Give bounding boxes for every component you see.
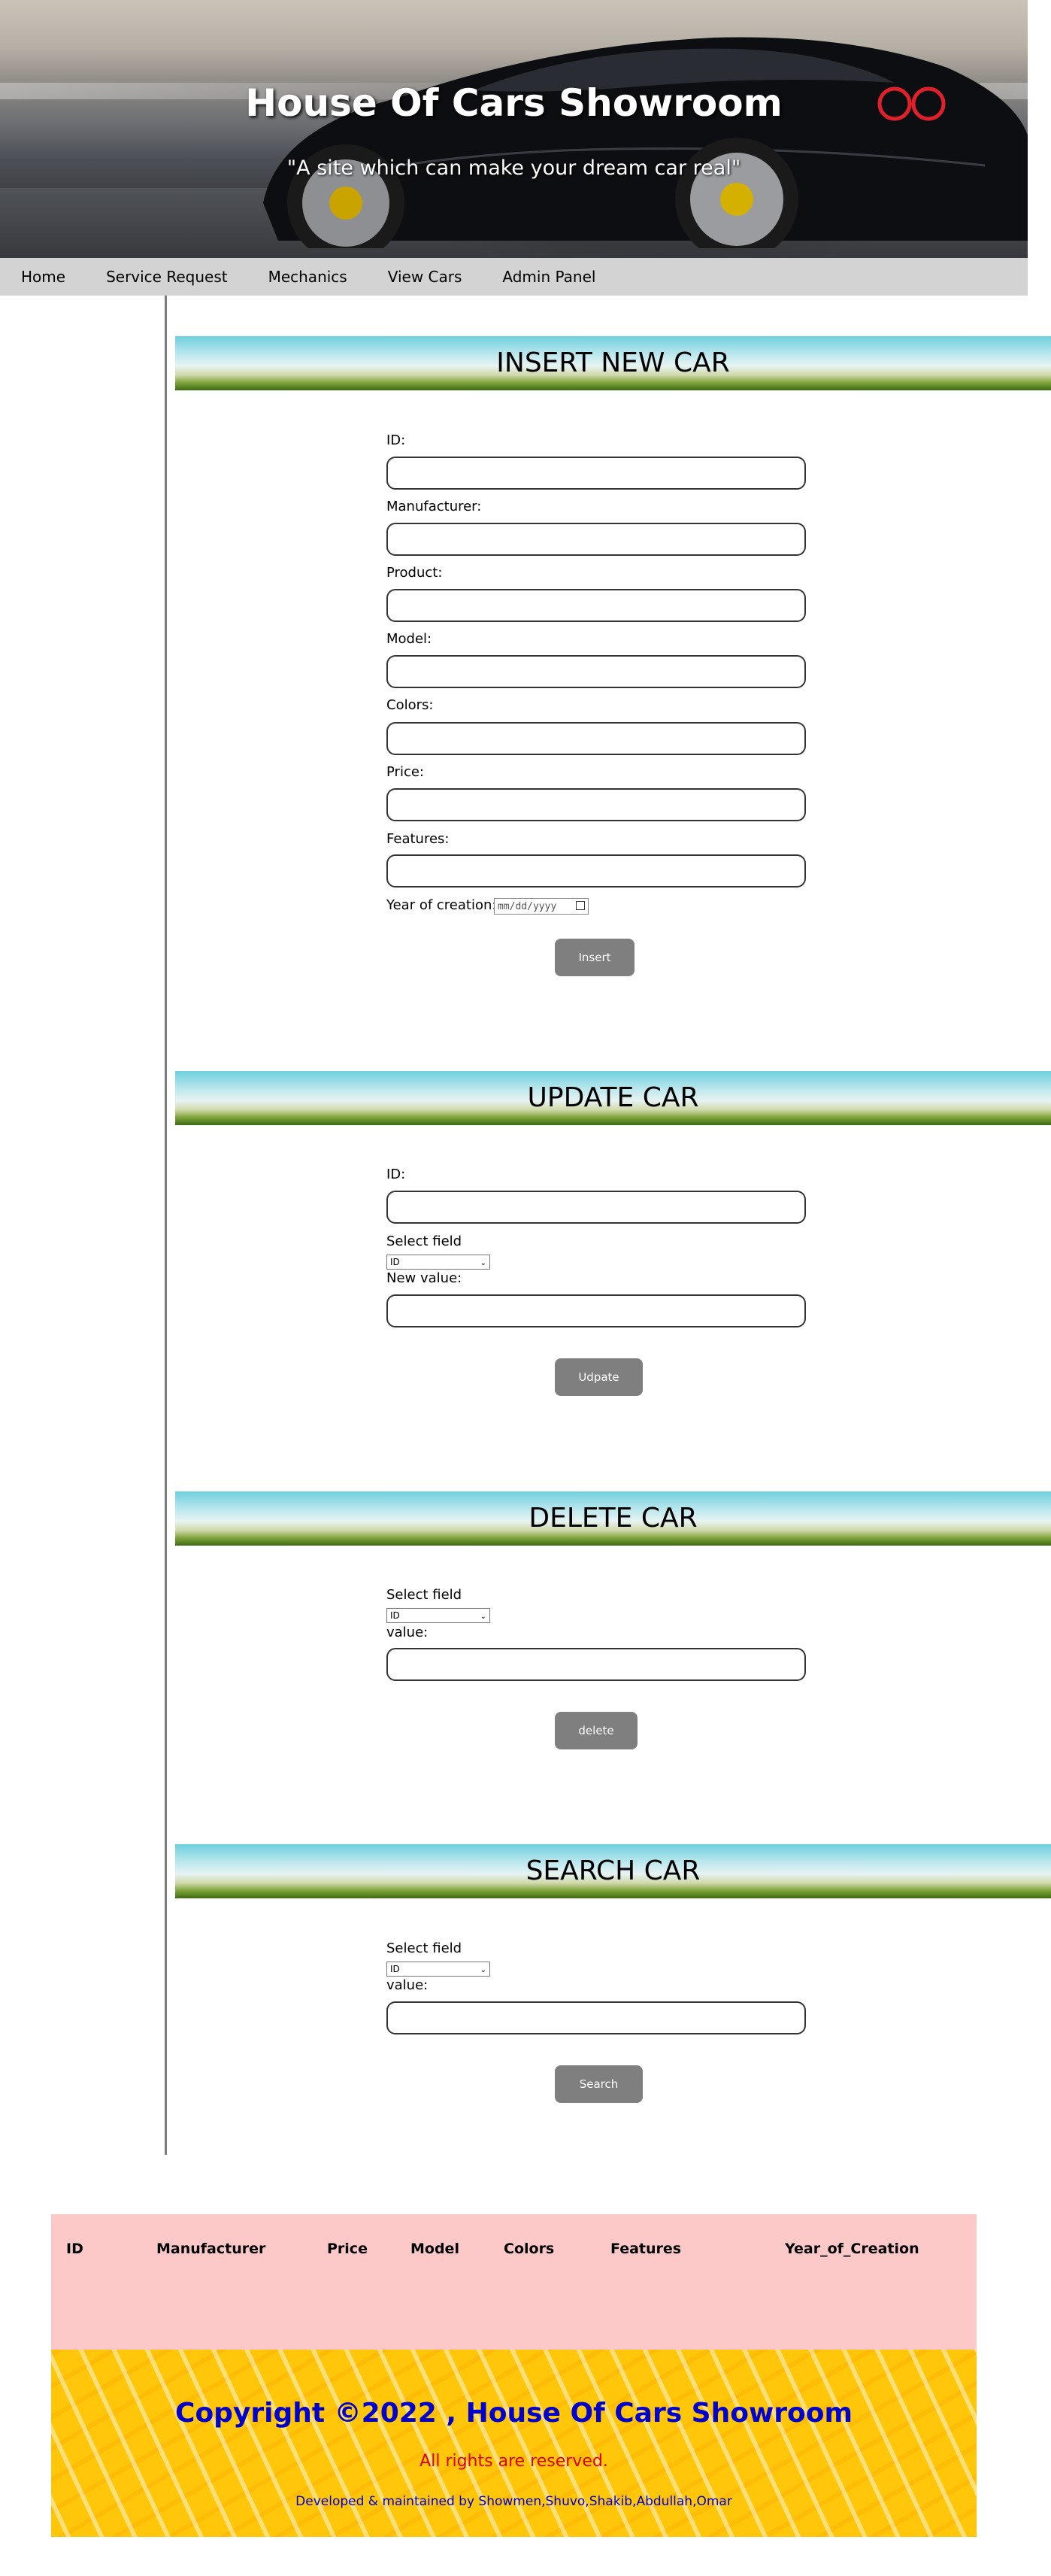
- product-input[interactable]: [386, 589, 806, 622]
- sidebar-divider: [165, 296, 167, 2155]
- id-label: ID:: [386, 432, 406, 448]
- column-header-id: ID: [66, 2241, 83, 2257]
- update-id-input[interactable]: [386, 1191, 806, 1224]
- footer-rights: All rights are reserved.: [419, 2452, 608, 2471]
- column-header-colors: Colors: [504, 2241, 555, 2257]
- delete-field-select[interactable]: ID ⌄: [386, 1608, 490, 1623]
- results-table: ID Manufacturer Price Model Colors Featu…: [51, 2214, 977, 2350]
- delete-value-label: value:: [386, 1625, 429, 1640]
- column-header-features: Features: [610, 2241, 682, 2257]
- update-value-input[interactable]: [386, 1294, 806, 1327]
- colors-label: Colors:: [386, 697, 434, 713]
- features-input[interactable]: [386, 854, 806, 887]
- column-header-year: Year_of_Creation: [785, 2241, 919, 2257]
- manufacturer-input[interactable]: [386, 523, 806, 556]
- product-label: Product:: [386, 565, 443, 581]
- delete-button[interactable]: delete: [555, 1712, 638, 1749]
- year-date-input[interactable]: mm/dd/yyyy: [494, 898, 589, 915]
- delete-select-value: ID: [390, 1610, 400, 1621]
- nav-mechanics[interactable]: Mechanics: [248, 258, 368, 296]
- update-button[interactable]: Udpate: [555, 1358, 643, 1396]
- year-label: Year of creation:: [386, 897, 497, 913]
- id-input[interactable]: [386, 457, 806, 490]
- update-id-label: ID:: [386, 1167, 406, 1182]
- search-section-heading: SEARCH CAR: [175, 1844, 1051, 1898]
- delete-select-label: Select field: [386, 1587, 462, 1603]
- features-label: Features:: [386, 831, 450, 847]
- update-value-label: New value:: [386, 1270, 462, 1286]
- insert-button[interactable]: Insert: [555, 939, 635, 976]
- nav-home[interactable]: Home: [0, 258, 86, 296]
- update-select-value: ID: [390, 1257, 400, 1267]
- chevron-down-icon: ⌄: [480, 1966, 486, 1974]
- nav-admin-panel[interactable]: Admin Panel: [482, 258, 616, 296]
- colors-input[interactable]: [386, 722, 806, 755]
- delete-value-input[interactable]: [386, 1648, 806, 1681]
- insert-section-heading: INSERT NEW CAR: [175, 336, 1051, 390]
- footer-copyright: Copyright ©2022 , House Of Cars Showroom: [175, 2398, 853, 2429]
- date-placeholder: mm/dd/yyyy: [498, 901, 557, 912]
- nav-view-cars[interactable]: View Cars: [368, 258, 483, 296]
- model-input[interactable]: [386, 655, 806, 688]
- search-select-value: ID: [390, 1964, 400, 1974]
- search-button[interactable]: Search: [555, 2065, 643, 2103]
- search-select-label: Select field: [386, 1940, 462, 1956]
- price-label: Price:: [386, 764, 424, 780]
- model-label: Model:: [386, 631, 432, 647]
- update-section-heading: UPDATE CAR: [175, 1071, 1051, 1125]
- delete-section-heading: DELETE CAR: [175, 1491, 1051, 1546]
- chevron-down-icon: ⌄: [480, 1259, 486, 1267]
- search-value-input[interactable]: [386, 2001, 806, 2034]
- column-header-model: Model: [410, 2241, 459, 2257]
- footer-developers: Developed & maintained by Showmen,Shuvo,…: [295, 2494, 732, 2509]
- site-title: House Of Cars Showroom: [245, 81, 783, 125]
- column-header-manufacturer: Manufacturer: [156, 2241, 266, 2257]
- calendar-icon[interactable]: [576, 901, 585, 910]
- search-field-select[interactable]: ID ⌄: [386, 1962, 490, 1977]
- site-footer: Copyright ©2022 , House Of Cars Showroom…: [51, 2350, 977, 2537]
- update-field-select[interactable]: ID ⌄: [386, 1255, 490, 1270]
- hero-banner: House Of Cars Showroom "A site which can…: [0, 0, 1028, 258]
- chevron-down-icon: ⌄: [480, 1613, 486, 1621]
- main-nav: Home Service Request Mechanics View Cars…: [0, 258, 1028, 296]
- site-tagline: "A site which can make your dream car re…: [286, 156, 741, 180]
- price-input[interactable]: [386, 788, 806, 821]
- manufacturer-label: Manufacturer:: [386, 499, 482, 514]
- nav-service-request[interactable]: Service Request: [86, 258, 248, 296]
- sports-car-image: [263, 37, 1028, 248]
- column-header-price: Price: [327, 2241, 368, 2257]
- search-value-label: value:: [386, 1977, 429, 1993]
- update-select-label: Select field: [386, 1233, 462, 1249]
